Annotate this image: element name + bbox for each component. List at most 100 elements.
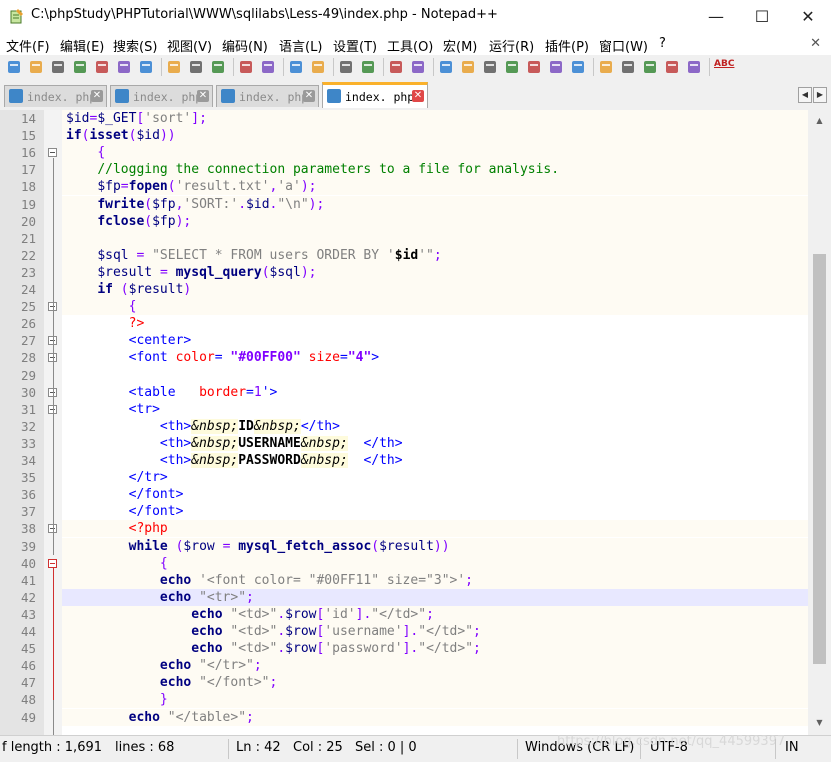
code-line[interactable]: 47 echo "</font>"; [0,674,808,691]
play-macro-icon[interactable] [642,59,658,75]
menu-macro[interactable]: 宏(M) [443,36,477,55]
code-line[interactable]: 21 [0,230,808,247]
menu-window[interactable]: 窗口(W) [599,36,648,55]
menu-run[interactable]: 运行(R) [489,36,534,55]
code-line[interactable]: 19 fwrite($fp,'SORT:'.$id."\n"); [0,196,808,213]
code-line[interactable]: 27 <center> [0,332,808,349]
code-line[interactable]: 25 { [0,298,808,315]
code-line[interactable]: 35 </tr> [0,469,808,486]
save-icon[interactable] [50,59,66,75]
close-icon[interactable] [94,59,110,75]
show-all-chars-icon[interactable] [460,59,476,75]
code-line[interactable]: 49 echo "</table>"; [0,709,808,726]
menu-tools[interactable]: 工具(O) [387,36,433,55]
code-line[interactable]: 48 } [0,691,808,708]
monitor-icon[interactable] [570,59,586,75]
replace-icon[interactable] [310,59,326,75]
code-line[interactable]: 16 { [0,144,808,161]
folder-workspace-icon[interactable] [548,59,564,75]
code-line[interactable]: 33 <th>&nbsp;USERNAME&nbsp; </th> [0,435,808,452]
code-line[interactable]: 14 $id=$_GET['sort']; [0,110,808,127]
tab-close-icon[interactable]: ✕ [91,90,103,102]
menu-encoding[interactable]: 编码(N) [222,36,268,55]
zoom-in-icon[interactable] [338,59,354,75]
find-icon[interactable] [288,59,304,75]
paste-icon[interactable] [210,59,226,75]
doc-map-icon[interactable] [504,59,520,75]
new-file-icon[interactable] [6,59,22,75]
code-line[interactable]: 15 if(isset($id)) [0,127,808,144]
tab-scroll-right-icon[interactable]: ▶ [813,87,827,103]
function-list-icon[interactable] [526,59,542,75]
code-line[interactable]: 23 $result = mysql_query($sql); [0,264,808,281]
code-line[interactable]: 44 echo "<td>".$row['username']."</td>"; [0,623,808,640]
menu-view[interactable]: 视图(V) [167,36,212,55]
code-line[interactable]: 29 [0,367,808,384]
code-line[interactable]: 32 <th>&nbsp;ID&nbsp;</th> [0,418,808,435]
save-all-icon[interactable] [72,59,88,75]
zoom-out-icon[interactable] [360,59,376,75]
tab-close-icon[interactable]: ✕ [303,90,315,102]
code-line[interactable]: 45 echo "<td>".$row['password']."</td>"; [0,640,808,657]
fold-toggle-icon[interactable] [48,148,57,158]
run-macro-multiple-icon[interactable] [664,59,680,75]
code-line[interactable]: 20 fclose($fp); [0,213,808,230]
redo-icon[interactable] [260,59,276,75]
code-line[interactable]: 34 <th>&nbsp;PASSWORD&nbsp; </th> [0,452,808,469]
vertical-scrollbar[interactable]: ▲ ▼ [808,110,831,735]
code-line[interactable]: 22 $sql = "SELECT * FROM users ORDER BY … [0,247,808,264]
code-line[interactable]: 43 echo "<td>".$row['id']."</td>"; [0,606,808,623]
code-line[interactable]: 26 ?> [0,315,808,332]
minimize-button[interactable]: — [693,0,739,33]
maximize-button[interactable]: ☐ [739,0,785,33]
tab-close-icon[interactable]: ✕ [197,90,209,102]
fold-toggle-icon[interactable] [48,558,57,568]
cut-icon[interactable] [166,59,182,75]
scroll-up-icon[interactable]: ▲ [813,114,826,127]
open-file-icon[interactable] [28,59,44,75]
close-window-button[interactable]: ✕ [785,0,831,33]
save-macro-icon[interactable] [686,59,702,75]
copy-icon[interactable] [188,59,204,75]
code-line[interactable]: 24 if ($result) [0,281,808,298]
sync-horizontal-icon[interactable] [410,59,426,75]
scroll-down-icon[interactable]: ▼ [813,716,826,729]
record-macro-icon[interactable] [598,59,614,75]
code-line[interactable]: 36 </font> [0,486,808,503]
code-line[interactable]: 37 </font> [0,503,808,520]
code-line[interactable]: 42 echo "<tr>"; [21,588,808,606]
indent-guide-icon[interactable] [482,59,498,75]
code-line[interactable]: 17 //logging the connection parameters t… [0,161,808,178]
menu-settings[interactable]: 设置(T) [333,36,377,55]
menu-help[interactable]: ? [659,36,666,51]
code-line[interactable]: 28 <font color= "#00FF00" size="4"> [0,349,808,366]
code-editor[interactable]: 14 $id=$_GET['sort']; 15 if(isset($id)) 16 {… [0,110,808,735]
tab-index-php-active[interactable]: index. php ✕ [322,82,428,108]
stop-macro-icon[interactable] [620,59,636,75]
menu-plugins[interactable]: 插件(P) [545,36,589,55]
tab-close-icon[interactable]: ✕ [412,90,424,102]
menu-file[interactable]: 文件(F) [6,36,50,55]
scrollbar-thumb[interactable] [813,254,826,664]
word-wrap-icon[interactable] [438,59,454,75]
tab-index-php-2[interactable]: index. php ✕ [110,85,213,107]
print-icon[interactable] [138,59,154,75]
code-line[interactable]: 38 <?php [0,520,808,537]
close-document-icon[interactable]: ✕ [810,36,821,51]
code-line[interactable]: 39 while ($row = mysql_fetch_assoc($resu… [0,538,808,555]
menu-edit[interactable]: 编辑(E) [60,36,104,55]
undo-icon[interactable] [238,59,254,75]
code-line[interactable]: 31 <tr> [0,401,808,418]
code-line[interactable]: 46 echo "</tr>"; [0,657,808,674]
tab-index-php-1[interactable]: index. php ✕ [4,85,107,107]
menu-search[interactable]: 搜索(S) [113,36,157,55]
tab-scroll-left-icon[interactable]: ◀ [798,87,812,103]
tab-index-php-3[interactable]: index. php ✕ [216,85,319,107]
spell-check-icon[interactable]: ABC [714,59,734,75]
code-line[interactable]: 30 <table border=1'> [0,384,808,401]
close-all-icon[interactable] [116,59,132,75]
code-line[interactable]: 40 { [0,555,808,572]
menu-language[interactable]: 语言(L) [279,36,322,55]
code-line[interactable]: 18 $fp=fopen('result.txt','a'); [0,178,808,195]
code-line[interactable]: 41 echo '<font color= "#00FF11" size="3"… [0,572,808,589]
